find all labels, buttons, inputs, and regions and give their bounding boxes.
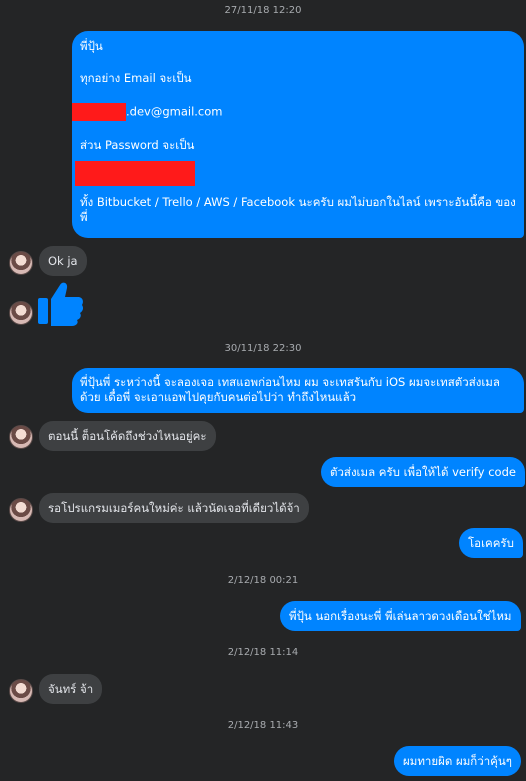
outgoing-message[interactable]: พี่ปุ้น ทุกอย่าง Email จะเป็น .dev@gmail… [72, 31, 524, 238]
email-suffix: .dev@gmail.com [126, 104, 223, 119]
timestamp: 30/11/18 22:30 [224, 343, 302, 354]
timestamp: 27/11/18 12:20 [224, 5, 302, 16]
redacted-email-prefix [72, 103, 126, 121]
avatar[interactable] [9, 425, 33, 449]
incoming-message[interactable]: รอโปรแกรมเมอร์คนใหม่ค่ะ แล้วนัดเจอที่เดี… [39, 493, 309, 523]
message-line: พี่ปุ้น [80, 39, 103, 53]
outgoing-message[interactable]: พี่ปุ้นพี่ ระหว่างนี้ จะลองเจอ เทสแอพก่อ… [72, 368, 524, 413]
outgoing-message[interactable]: ผมทายผิด ผมก็ว่าคุ้นๆ [394, 746, 521, 776]
avatar[interactable] [9, 301, 33, 325]
message-line: ทั้ง Bitbucket / Trello / AWS / Facebook… [80, 195, 516, 224]
outgoing-message[interactable]: พี่ปุ้น นอกเรื่องนะพี่ พี่เล่นลาวดวงเดือ… [280, 601, 521, 631]
redacted-password [75, 161, 195, 186]
incoming-message[interactable]: ตอนนี้ ต็อนโค้ดถึงช่วงไหนอยู่คะ [39, 421, 216, 451]
incoming-message[interactable]: Ok ja [39, 246, 87, 276]
message-line: .dev@gmail.com [72, 103, 516, 121]
outgoing-message[interactable]: ตัวส่งเมล ครับ เพื่อให้ได้ verify code [321, 457, 525, 487]
message-line [75, 161, 516, 186]
timestamp: 2/12/18 11:14 [227, 647, 299, 658]
timestamp: 2/12/18 11:43 [227, 720, 299, 731]
message-line: ทุกอย่าง Email จะเป็น [80, 71, 192, 85]
outgoing-message[interactable]: โอเคครับ [459, 528, 523, 558]
timestamp: 2/12/18 00:21 [227, 575, 299, 586]
avatar[interactable] [9, 498, 33, 522]
message-line: ส่วน Password จะเป็น [80, 138, 195, 152]
message-text: พี่ปุ้นพี่ ระหว่างนี้ จะลองเจอ เทสแอพก่อ… [80, 375, 500, 404]
incoming-message[interactable]: จันทร์ จ้า [39, 674, 103, 704]
thumbs-up-icon[interactable] [38, 280, 84, 326]
avatar[interactable] [9, 251, 33, 275]
avatar[interactable] [9, 679, 33, 703]
